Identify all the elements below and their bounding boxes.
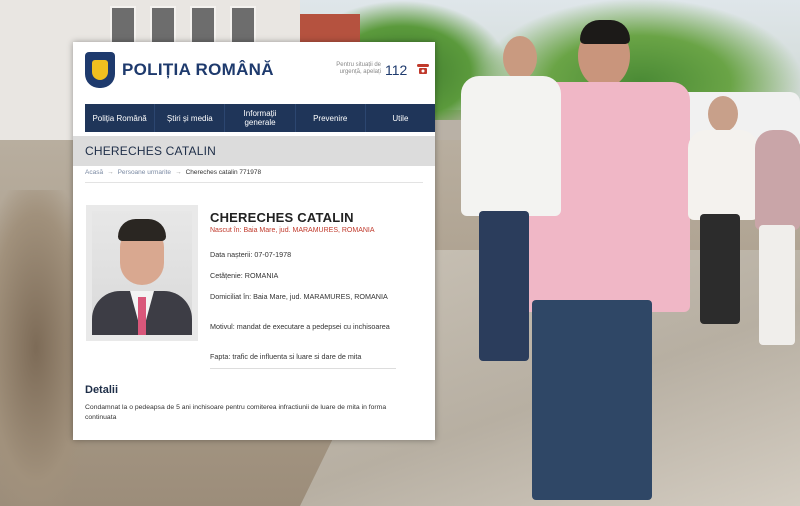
person-name: CHERECHES CATALIN — [210, 210, 354, 225]
details-heading: Detalii — [85, 384, 119, 396]
main-nav: Poliția Română Știri și media Informații… — [85, 104, 435, 132]
person-white-shirt — [455, 36, 565, 366]
details-text: Condamnat la o pedeapsa de 5 ani inchiso… — [85, 404, 387, 421]
roof — [300, 14, 360, 44]
nav-item-prevenire[interactable]: Prevenire — [296, 104, 366, 132]
emergency-text: Pentru situații de urgență, apelați — [336, 62, 381, 75]
breadcrumb-section[interactable]: Persoane urmarite — [118, 169, 171, 176]
offense: Fapta: trafic de influenta si luare si d… — [210, 352, 362, 361]
nav-item-stiri-media[interactable]: Știri și media — [155, 104, 226, 132]
birthplace: Nascut în: Baia Mare, jud. MARAMURES, RO… — [210, 227, 375, 234]
breadcrumb-home[interactable]: Acasă — [85, 169, 103, 176]
police-crest-icon[interactable] — [85, 52, 115, 88]
window — [190, 6, 216, 44]
nav-item-informatii-generale[interactable]: Informații generale — [225, 104, 296, 132]
title-bar: CHERECHES CATALIN — [73, 136, 435, 166]
site-header: POLIȚIA ROMÂNĂ Pentru situații de urgenț… — [73, 42, 435, 98]
divider — [210, 368, 396, 369]
date-of-birth: Data nașterii: 07-07-1978 — [210, 250, 292, 259]
window — [230, 6, 256, 44]
person-woman-patterned — [755, 100, 800, 350]
nav-item-politia-romana[interactable]: Poliția Română — [85, 104, 156, 132]
phone-icon — [417, 64, 429, 74]
wanted-person-page: POLIȚIA ROMÂNĂ Pentru situații de urgenț… — [73, 42, 435, 440]
person-woman-white — [686, 96, 760, 326]
window — [150, 6, 176, 44]
nav-item-utile[interactable]: Utile — [366, 104, 435, 132]
breadcrumb-separator: → — [175, 169, 182, 176]
divider — [85, 182, 423, 183]
domicile: Domiciliat în: Baia Mare, jud. MARAMURES… — [210, 292, 388, 301]
citizenship: Cetățenie: ROMANIA — [210, 271, 279, 280]
breadcrumb-current: Chereches catalin 771978 — [185, 169, 262, 176]
suspect-photo-frame — [86, 205, 198, 341]
emergency-number: 112 — [385, 62, 408, 78]
breadcrumb: Acasă → Persoane urmarite → Chereches catali… — [85, 169, 261, 176]
window — [110, 6, 136, 44]
breadcrumb-separator: → — [107, 169, 114, 176]
page-title: CHERECHES CATALIN — [85, 144, 216, 158]
suspect-photo — [92, 211, 192, 335]
site-brand[interactable]: POLIȚIA ROMÂNĂ — [122, 60, 274, 80]
motive: Motivul: mandat de executare a pedepsei … — [210, 322, 390, 331]
